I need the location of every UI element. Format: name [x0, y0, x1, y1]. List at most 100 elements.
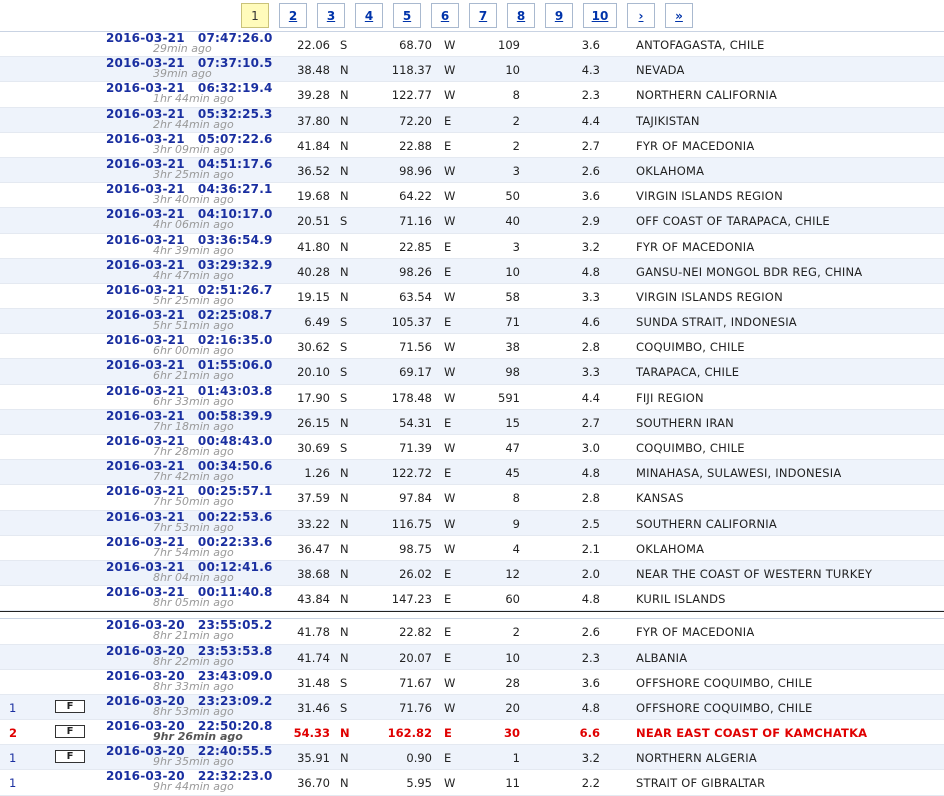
- latitude: 30.69: [297, 441, 330, 455]
- magnitude: 2.8: [581, 491, 600, 506]
- page-link-8[interactable]: 8: [507, 3, 535, 28]
- region-name[interactable]: OFF COAST OF TARAPACA, CHILE: [636, 214, 830, 228]
- region-name[interactable]: VIRGIN ISLANDS REGION: [636, 290, 783, 304]
- depth-km: 8: [512, 491, 520, 506]
- region-name[interactable]: TARAPACA, CHILE: [636, 365, 739, 379]
- region-name[interactable]: TAJIKISTAN: [636, 114, 700, 128]
- page-link-9[interactable]: 9: [545, 3, 573, 28]
- last-page-link[interactable]: »: [665, 3, 693, 28]
- table-row[interactable]: 2016-03-21 05:07:22.6 3hr 09min ago 41.84 N…: [0, 132, 944, 158]
- latitude: 37.80: [297, 113, 330, 128]
- time-ago: 29min ago: [153, 42, 212, 55]
- table-row[interactable]: 2016-03-21 00:25:57.1 7hr 50min ago 37.59 N…: [0, 485, 944, 511]
- table-row[interactable]: 2016-03-21 03:29:32.9 4hr 47min ago 40.28 N…: [0, 258, 944, 284]
- region-name[interactable]: NEAR EAST COAST OF KAMCHATKA: [636, 726, 867, 740]
- latitude: 31.46: [297, 700, 330, 715]
- longitude-hemisphere: W: [444, 390, 456, 405]
- table-row[interactable]: 2016-03-21 02:16:35.0 6hr 00min ago 30.62 S…: [0, 334, 944, 360]
- table-row[interactable]: 2016-03-21 01:43:03.8 6hr 33min ago 17.90 S…: [0, 384, 944, 410]
- time-ago: 5hr 25min ago: [153, 293, 234, 307]
- region-name[interactable]: NEVADA: [636, 63, 685, 77]
- table-row[interactable]: 2016-03-21 01:55:06.0 6hr 21min ago 20.10 S…: [0, 359, 944, 385]
- table-row[interactable]: 2016-03-21 05:32:25.3 2hr 44min ago 37.80 N…: [0, 107, 944, 133]
- longitude-hemisphere: E: [444, 566, 452, 581]
- longitude: 0.90: [406, 751, 432, 766]
- region-name[interactable]: NEAR THE COAST OF WESTERN TURKEY: [636, 567, 872, 581]
- region-name[interactable]: GANSU-NEI MONGOL BDR REG, CHINA: [636, 265, 862, 279]
- region-name[interactable]: MINAHASA, SULAWESI, INDONESIA: [636, 466, 841, 480]
- region-name[interactable]: OFFSHORE COQUIMBO, CHILE: [636, 701, 812, 715]
- table-row[interactable]: 2016-03-21 02:25:08.7 5hr 51min ago 6.49 S 1…: [0, 309, 944, 335]
- region-name[interactable]: OFFSHORE COQUIMBO, CHILE: [636, 676, 812, 690]
- table-row[interactable]: 2016-03-21 07:47:26.0 29min ago 22.06 S 68.7…: [0, 32, 944, 58]
- depth-km: 98: [505, 365, 520, 380]
- page-link-2[interactable]: 2: [279, 3, 307, 28]
- depth-km: 12: [505, 566, 520, 581]
- table-row[interactable]: 2016-03-21 04:51:17.6 3hr 25min ago 36.52 N…: [0, 157, 944, 184]
- region-name[interactable]: VIRGIN ISLANDS REGION: [636, 189, 783, 203]
- region-name[interactable]: STRAIT OF GIBRALTAR: [636, 776, 765, 790]
- table-row[interactable]: 1 2016-03-20 22:40:55.5 9hr 35min ago 35.91…: [0, 745, 944, 771]
- time-ago: 9hr 26min ago: [153, 730, 243, 744]
- table-row[interactable]: 2016-03-21 00:11:40.8 8hr 05min ago 43.84 N…: [0, 586, 944, 612]
- table-row[interactable]: 1 2016-03-20 23:23:09.2 8hr 53min ago 31.46…: [0, 694, 944, 721]
- magnitude: 3.3: [581, 365, 600, 380]
- felt-report-button[interactable]: F: [55, 725, 85, 739]
- region-name[interactable]: SOUTHERN IRAN: [636, 416, 734, 430]
- region-name[interactable]: NORTHERN CALIFORNIA: [636, 88, 777, 102]
- depth-km: 15: [505, 415, 520, 430]
- table-row[interactable]: 2016-03-21 02:51:26.7 5hr 25min ago 19.15 N…: [0, 283, 944, 310]
- region-name[interactable]: NORTHERN ALGERIA: [636, 751, 757, 765]
- latitude-hemisphere: S: [340, 315, 348, 330]
- table-row[interactable]: 2016-03-21 06:32:19.4 1hr 44min ago 39.28 N…: [0, 82, 944, 108]
- region-name[interactable]: KURIL ISLANDS: [636, 592, 726, 606]
- region-name[interactable]: FIJI REGION: [636, 391, 704, 405]
- table-row[interactable]: 2016-03-20 23:55:05.2 8hr 21min ago 41.78 N…: [0, 619, 944, 645]
- table-row[interactable]: 2016-03-20 23:53:53.8 8hr 22min ago 41.74 N…: [0, 644, 944, 670]
- time-ago: 7hr 28min ago: [153, 445, 234, 458]
- table-row[interactable]: 2016-03-21 00:22:33.6 7hr 54min ago 36.47 N…: [0, 535, 944, 561]
- latitude: 22.06: [297, 38, 330, 52]
- page-link-3[interactable]: 3: [317, 3, 345, 28]
- region-name[interactable]: OKLAHOMA: [636, 542, 704, 556]
- page-link-5[interactable]: 5: [393, 3, 421, 28]
- table-row[interactable]: 2016-03-21 04:10:17.0 4hr 06min ago 20.51 S…: [0, 208, 944, 234]
- region-name[interactable]: SUNDA STRAIT, INDONESIA: [636, 315, 797, 329]
- region-name[interactable]: FYR OF MACEDONIA: [636, 240, 754, 254]
- page-link-6[interactable]: 6: [431, 3, 459, 28]
- longitude: 162.82: [387, 726, 432, 741]
- longitude-hemisphere: E: [444, 592, 452, 607]
- table-row[interactable]: 2016-03-21 00:34:50.6 7hr 42min ago 1.26 N 1…: [0, 460, 944, 486]
- magnitude: 4.8: [581, 592, 600, 607]
- region-name[interactable]: ANTOFAGASTA, CHILE: [636, 38, 765, 52]
- table-row[interactable]: 2016-03-20 23:43:09.0 8hr 33min ago 31.48 S…: [0, 669, 944, 695]
- region-name[interactable]: COQUIMBO, CHILE: [636, 441, 745, 455]
- region-name[interactable]: ALBANIA: [636, 651, 687, 665]
- table-row[interactable]: 2016-03-21 04:36:27.1 3hr 40min ago 19.68 N…: [0, 183, 944, 209]
- region-name[interactable]: COQUIMBO, CHILE: [636, 340, 745, 354]
- felt-report-button[interactable]: F: [55, 699, 85, 713]
- table-row[interactable]: 1 2016-03-20 22:32:23.0 9hr 44min ago 36.70…: [0, 770, 944, 796]
- page-link-10[interactable]: 10: [583, 3, 617, 28]
- table-row[interactable]: 2016-03-21 00:58:39.9 7hr 18min ago 26.15 N…: [0, 409, 944, 435]
- latitude-hemisphere: N: [340, 466, 349, 481]
- longitude: 178.48: [391, 390, 432, 405]
- table-row[interactable]: 2016-03-21 07:37:10.5 39min ago 38.48 N 118.…: [0, 57, 944, 83]
- next-page-link[interactable]: ›: [627, 3, 655, 28]
- region-name[interactable]: KANSAS: [636, 491, 684, 505]
- magnitude: 2.8: [581, 340, 600, 355]
- felt-report-button[interactable]: F: [55, 750, 85, 764]
- table-row[interactable]: 2 2016-03-20 22:50:20.8 9hr 26min ago 54.33…: [0, 720, 944, 746]
- latitude: 39.28: [297, 88, 330, 103]
- table-row[interactable]: 2016-03-21 00:48:43.0 7hr 28min ago 30.69 S…: [0, 435, 944, 461]
- page-link-4[interactable]: 4: [355, 3, 383, 28]
- table-row[interactable]: 2016-03-21 00:22:53.6 7hr 53min ago 33.22 N…: [0, 510, 944, 536]
- table-row[interactable]: 2016-03-21 00:12:41.6 8hr 04min ago 38.68 N…: [0, 560, 944, 587]
- page-link-1[interactable]: 1: [241, 3, 269, 28]
- region-name[interactable]: FYR OF MACEDONIA: [636, 139, 754, 153]
- region-name[interactable]: FYR OF MACEDONIA: [636, 625, 754, 639]
- region-name[interactable]: OKLAHOMA: [636, 164, 704, 178]
- page-link-7[interactable]: 7: [469, 3, 497, 28]
- region-name[interactable]: SOUTHERN CALIFORNIA: [636, 517, 777, 531]
- table-row[interactable]: 2016-03-21 03:36:54.9 4hr 39min ago 41.80 N…: [0, 233, 944, 259]
